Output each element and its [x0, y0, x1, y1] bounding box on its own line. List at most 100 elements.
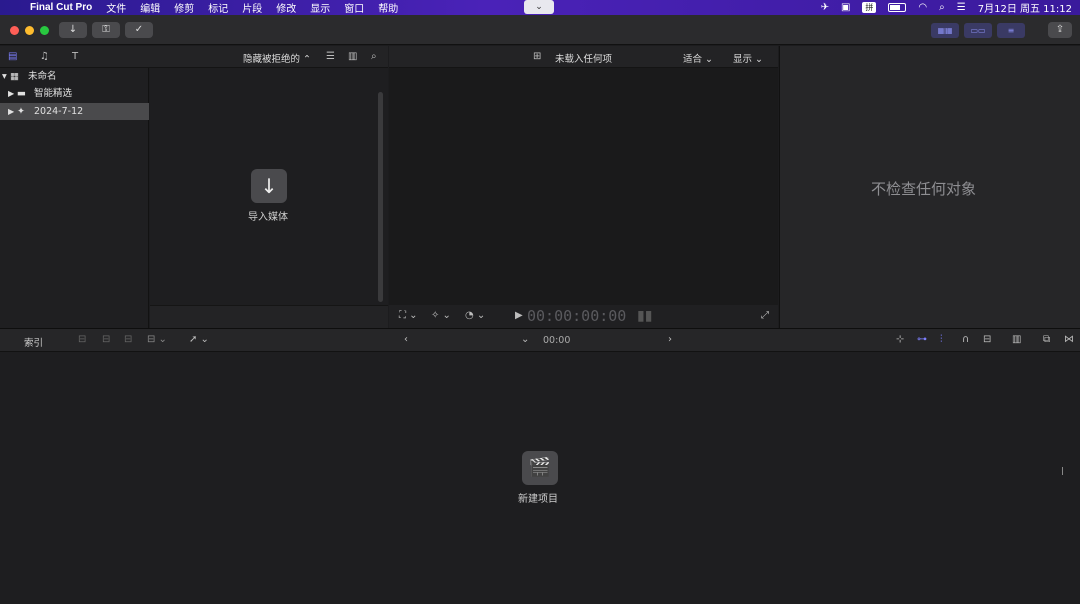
snapping-icon[interactable]: ⊟	[983, 334, 991, 346]
minimize-window-button[interactable]	[25, 26, 34, 35]
keywords-button[interactable]: ⚿	[92, 22, 120, 38]
browser-clips-area: ↓ 导入媒体	[150, 68, 388, 305]
timeline-header: 索引 ⊟ ⊟ ⊟ ⊟ ⌄ ➚ ⌄ ‹ ⌄ 00:00 › ⊹ ⊶ ⫶ ∩ ⊟ ▥…	[0, 328, 1080, 352]
menu-clip[interactable]: 片段	[242, 0, 262, 15]
menu-window[interactable]: 窗口	[344, 0, 364, 15]
transitions-browser-icon[interactable]: ⋈	[1064, 334, 1074, 346]
disclosure-down-icon[interactable]: ▾	[2, 68, 7, 85]
inspector-panel: 不检查任何对象	[779, 46, 1080, 328]
audio-meter-icon: ▮▮	[637, 308, 653, 324]
disclosure-right-icon[interactable]: ▶	[8, 85, 14, 102]
timeline-timecode: 00:00	[543, 335, 571, 346]
timeline-toggle-button[interactable]: ▭▭	[964, 23, 992, 38]
enhance-wand-icon[interactable]: ✧ ⌄	[431, 310, 451, 322]
zoom-fit-dropdown[interactable]: 适合 ⌄	[683, 51, 713, 65]
solo-icon[interactable]: ⫶	[940, 334, 943, 346]
headphones-icon[interactable]: ∩	[962, 334, 969, 346]
play-icon[interactable]: ▶	[515, 310, 523, 322]
history-forward-icon[interactable]: ›	[668, 334, 672, 346]
view-options-dropdown[interactable]: 显示 ⌄	[733, 51, 763, 65]
smart-collections-label: 智能精选	[34, 88, 73, 99]
new-project-button[interactable]: 🎬	[522, 451, 558, 485]
connect-clip-icon[interactable]: ⊟	[78, 334, 86, 346]
retime-icon[interactable]: ◔ ⌄	[465, 310, 485, 322]
clip-appearance-icon[interactable]: ☰	[326, 51, 335, 63]
viewer-title: 未载入任何项	[555, 54, 613, 65]
import-media-label: 导入媒体	[248, 212, 288, 223]
clock[interactable]: 7月12日 周五 11:12	[978, 0, 1072, 15]
browser-toggle-button[interactable]: ▦▦	[931, 23, 959, 38]
library-item[interactable]: ▾ ▦ 未命名	[0, 68, 149, 85]
inspector-toggle-button[interactable]: ≡	[997, 23, 1025, 38]
photos-audio-icon[interactable]: ♫	[40, 51, 49, 63]
clip-appearance-icon[interactable]: ▥	[1012, 334, 1021, 346]
background-tasks-button[interactable]: ✓	[125, 22, 153, 38]
viewer-controls: ⛶ ⌄ ✧ ⌄ ◔ ⌄ ▶ 00:00:00:00 ▮▮ ⤢	[389, 305, 778, 328]
import-button[interactable]: ↓	[59, 22, 87, 38]
folder-icon: ▬	[17, 88, 26, 99]
new-project-label: 新建项目	[518, 494, 558, 505]
timeline-index-button[interactable]: 索引	[24, 335, 43, 349]
chevron-down-icon[interactable]: ⌄	[521, 334, 529, 346]
menu-modify[interactable]: 修改	[276, 0, 296, 15]
append-clip-icon[interactable]: ⊟	[124, 334, 132, 346]
disclosure-right-icon[interactable]: ▶	[8, 103, 14, 120]
browser-scrollbar[interactable]	[378, 92, 383, 302]
view-options-label: 显示	[733, 54, 753, 65]
status-area: ✈ ▣ 拼 ◠ ⌕ ☰ 7月12日 周五 11:12	[821, 0, 1072, 15]
viewer-header: ⊞ 未载入任何项 适合 ⌄ 显示 ⌄	[389, 46, 778, 68]
menu-edit[interactable]: 编辑	[140, 0, 160, 15]
history-back-icon[interactable]: ‹	[404, 334, 408, 346]
libraries-sidebar: ▾ ▦ 未命名 ▶ ▬ 智能精选 ▶ ✦ 2024-7-12	[0, 68, 149, 328]
select-tool-icon[interactable]: ➚ ⌄	[189, 334, 209, 346]
playhead-indicator	[1062, 467, 1063, 475]
browser-footer	[150, 305, 388, 328]
fullscreen-icon[interactable]: ⤢	[761, 310, 769, 322]
inspector-empty-label: 不检查任何对象	[871, 180, 977, 198]
menu-view[interactable]: 显示	[310, 0, 330, 15]
filter-label: 隐藏被拒绝的	[243, 54, 301, 65]
chevron-down-icon[interactable]: ⌄	[524, 0, 554, 14]
skimming-icon[interactable]: ⊹	[896, 334, 904, 346]
library-icon: ▦	[10, 71, 19, 82]
effects-browser-icon[interactable]: ⧉	[1043, 334, 1050, 346]
window-toolbar: ↓ ⚿ ✓ ▦▦ ▭▭ ≡ ⇪	[0, 15, 1080, 45]
event-item[interactable]: ▶ ✦ 2024-7-12	[0, 103, 149, 120]
bird-icon[interactable]: ✈	[821, 2, 829, 13]
control-center-icon[interactable]: ☰	[957, 2, 966, 13]
search-icon[interactable]: ⌕	[939, 2, 945, 13]
close-window-button[interactable]	[10, 26, 19, 35]
library-label: 未命名	[28, 71, 57, 82]
timeline-area: 🎬 新建项目	[0, 352, 1080, 604]
viewer-clip-icon: ⊞	[533, 51, 542, 62]
battery-icon[interactable]	[888, 3, 907, 12]
browser-header: ▤ ♫ T 隐藏被拒绝的 ⌃ ☰ ▥ ⌕	[0, 46, 388, 68]
app-menu[interactable]: Final Cut Pro	[30, 2, 92, 13]
filter-dropdown[interactable]: 隐藏被拒绝的 ⌃	[243, 51, 311, 65]
input-method-icon[interactable]: 拼	[862, 2, 877, 13]
share-button[interactable]: ⇪	[1048, 22, 1072, 38]
menu-help[interactable]: 帮助	[378, 0, 398, 15]
insert-clip-icon[interactable]: ⊟	[102, 334, 110, 346]
smart-collections-item[interactable]: ▶ ▬ 智能精选	[0, 85, 149, 102]
import-media-button[interactable]: ↓	[251, 169, 287, 203]
audio-skimming-icon[interactable]: ⊶	[917, 334, 927, 346]
libraries-icon[interactable]: ▤	[8, 51, 17, 63]
viewer-canvas	[389, 68, 778, 305]
event-label: 2024-7-12	[34, 106, 84, 117]
transform-icon[interactable]: ⛶ ⌄	[399, 310, 418, 322]
window-icon[interactable]: ▣	[841, 2, 850, 13]
menu-mark[interactable]: 标记	[208, 0, 228, 15]
search-icon[interactable]: ⌕	[371, 51, 377, 63]
menu-bar: Final Cut Pro 文件 编辑 修剪 标记 片段 修改 显示 窗口 帮助…	[0, 0, 1080, 15]
overwrite-clip-icon[interactable]: ⊟ ⌄	[147, 334, 167, 346]
wifi-icon[interactable]: ◠	[918, 2, 927, 13]
menu-file[interactable]: 文件	[106, 0, 126, 15]
zoom-window-button[interactable]	[40, 26, 49, 35]
event-star-icon: ✦	[17, 106, 25, 117]
zoom-fit-label: 适合	[683, 54, 703, 65]
viewer-timecode[interactable]: 00:00:00:00	[527, 307, 626, 325]
titles-generators-icon[interactable]: T	[72, 51, 78, 63]
filmstrip-icon[interactable]: ▥	[348, 51, 357, 63]
menu-trim[interactable]: 修剪	[174, 0, 194, 15]
